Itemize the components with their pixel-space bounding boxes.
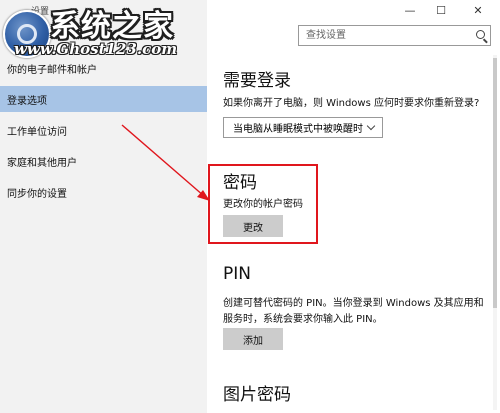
require-signin-heading: 需要登录 bbox=[223, 71, 291, 91]
watermark-title: 系统之家 bbox=[50, 9, 174, 44]
close-icon: ✕ bbox=[473, 3, 483, 17]
dropdown-value: 当电脑从睡眠模式中被唤醒时 bbox=[233, 124, 363, 135]
sidebar-item-label: 你的电子邮件和帐户 bbox=[7, 64, 97, 76]
require-signin-description: 如果你离开了电脑，则 Windows 应何时要求你重新登录? bbox=[223, 98, 480, 109]
sidebar-item-sync-settings[interactable]: 同步你的设置 bbox=[0, 179, 207, 205]
sidebar-item-label: 同步你的设置 bbox=[7, 188, 67, 200]
password-heading: 密码 bbox=[223, 173, 257, 193]
watermark-url: www.Ghost123.com bbox=[14, 40, 178, 58]
minimize-icon: — bbox=[404, 3, 416, 17]
sidebar-item-family-users[interactable]: 家庭和其他用户 bbox=[0, 148, 207, 174]
password-description: 更改你的帐户密码 bbox=[223, 199, 303, 210]
maximize-icon: ☐ bbox=[436, 3, 446, 17]
sidebar-item-label: 登录选项 bbox=[7, 95, 47, 107]
maximize-button[interactable]: ☐ bbox=[428, 0, 454, 20]
sidebar: 你的电子邮件和帐户 登录选项 工作单位访问 家庭和其他用户 同步你的设置 bbox=[0, 0, 207, 413]
chevron-down-icon bbox=[366, 121, 376, 131]
close-button[interactable]: ✕ bbox=[465, 0, 491, 20]
require-signin-dropdown[interactable]: 当电脑从睡眠模式中被唤醒时 bbox=[223, 117, 383, 138]
sidebar-item-email-accounts[interactable]: 你的电子邮件和帐户 bbox=[0, 55, 207, 81]
search-input[interactable] bbox=[299, 29, 468, 42]
search-box[interactable] bbox=[298, 25, 491, 46]
scrollbar-thumb[interactable] bbox=[493, 58, 497, 308]
sidebar-item-label: 工作单位访问 bbox=[7, 126, 67, 138]
pin-heading: PIN bbox=[223, 264, 251, 284]
minimize-button[interactable]: — bbox=[397, 0, 423, 20]
picture-password-heading: 图片密码 bbox=[223, 385, 291, 405]
sidebar-item-label: 家庭和其他用户 bbox=[7, 157, 77, 169]
change-password-button[interactable]: 更改 bbox=[223, 215, 283, 237]
pin-description-line1: 创建可替代密码的 PIN。当你登录到 Windows 及其应用和 bbox=[223, 298, 484, 309]
sidebar-item-work-access[interactable]: 工作单位访问 bbox=[0, 117, 207, 143]
search-icon[interactable] bbox=[476, 30, 485, 39]
sidebar-item-signin-options[interactable]: 登录选项 bbox=[0, 86, 207, 112]
add-pin-button[interactable]: 添加 bbox=[223, 328, 283, 350]
pin-description-line2: 服务时，系统会要求你输入此 PIN。 bbox=[223, 314, 383, 325]
